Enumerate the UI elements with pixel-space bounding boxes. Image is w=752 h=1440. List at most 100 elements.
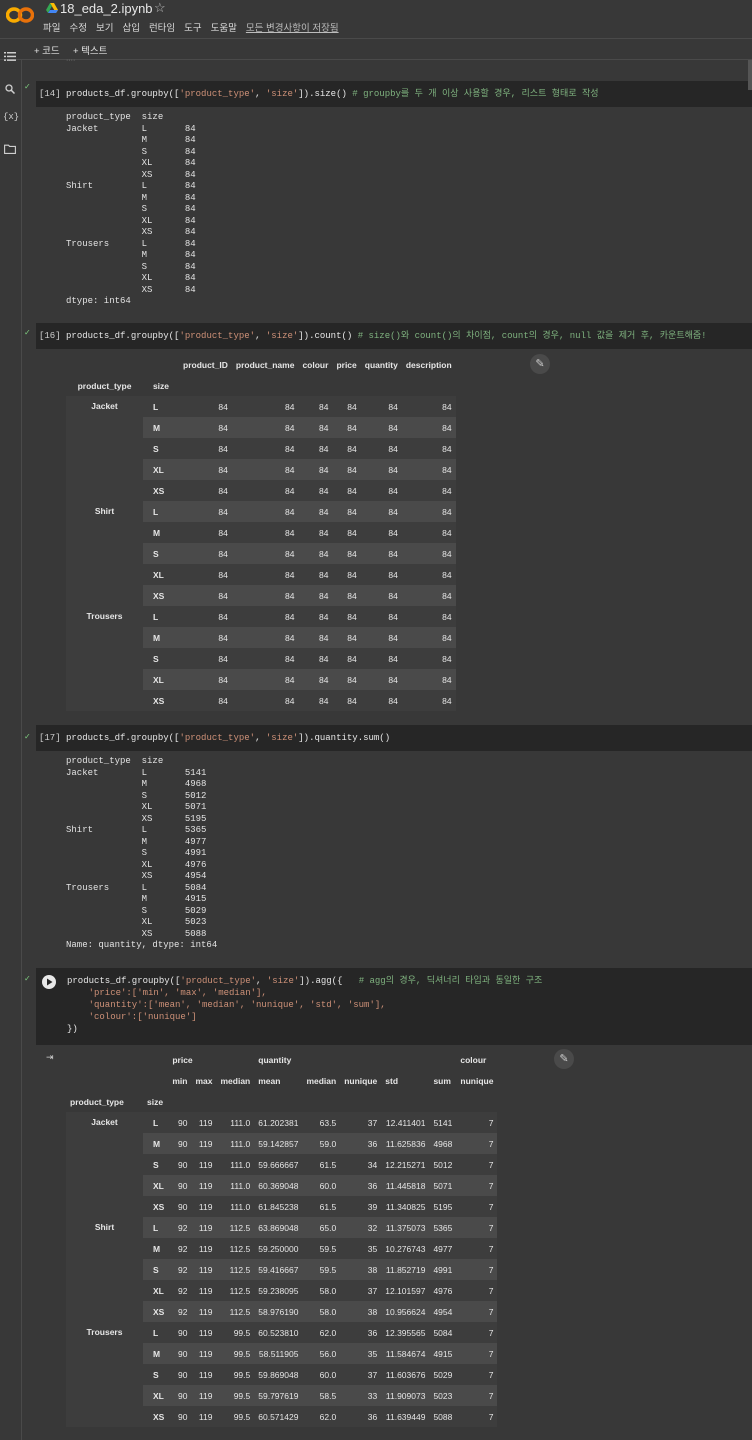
star-icon[interactable]: ☆ xyxy=(154,0,166,16)
table-cell: 59.250000 xyxy=(254,1238,303,1259)
notebook-title[interactable]: 18_eda_2.ipynb xyxy=(60,1,153,16)
table-cell: 84 xyxy=(401,438,456,459)
table-cell: 5071 xyxy=(429,1175,457,1196)
table-cell: 37 xyxy=(340,1364,382,1385)
table-cell: 84 xyxy=(179,438,232,459)
table-cell: 84 xyxy=(401,396,456,417)
table-cell: 5088 xyxy=(429,1406,457,1427)
table-cell: 5023 xyxy=(429,1385,457,1406)
table-cell: 5365 xyxy=(429,1217,457,1238)
table-cell: 33 xyxy=(340,1385,382,1406)
search-icon[interactable] xyxy=(5,84,15,94)
run-status-check-icon[interactable]: ✓ xyxy=(24,974,31,983)
code-cell-14[interactable]: [14] products_df.groupby(['product_type'… xyxy=(36,81,752,107)
menu-file[interactable]: 파일 xyxy=(43,20,60,34)
table-cell: 59.0 xyxy=(302,1133,341,1154)
table-cell: 84 xyxy=(298,543,333,564)
table-cell: 84 xyxy=(401,669,456,690)
table-cell: 119 xyxy=(191,1196,217,1217)
table-cell: 35 xyxy=(340,1238,382,1259)
code-cell-agg[interactable]: products_df.groupby(['product_type', 'si… xyxy=(36,968,752,1045)
column-header: nunique xyxy=(460,1075,494,1086)
table-cell: 84 xyxy=(401,606,456,627)
table-cell: 119 xyxy=(191,1322,217,1343)
top-bar: 18_eda_2.ipynb ☆ 파일 수정 보기 삽입 런타임 도구 도움말 … xyxy=(0,0,752,38)
menu-help[interactable]: 도움말 xyxy=(211,20,237,34)
table-cell: 84 xyxy=(360,690,402,711)
add-text-button[interactable]: + 텍스트 xyxy=(73,43,107,57)
drive-icon[interactable] xyxy=(46,3,58,13)
table-cell: 84 xyxy=(401,690,456,711)
table-cell: 111.0 xyxy=(216,1112,255,1133)
add-code-button[interactable]: + 코드 xyxy=(34,43,60,57)
save-status[interactable]: 모든 변경사항이 저장됨 xyxy=(246,20,339,34)
column-header: max xyxy=(195,1075,213,1086)
table-cell: 63.5 xyxy=(302,1112,341,1133)
table-cell: 7 xyxy=(456,1196,498,1217)
table-cell: 99.5 xyxy=(216,1343,255,1364)
size-label: L xyxy=(143,606,179,627)
table-cell: 92 xyxy=(168,1217,192,1238)
code-text: products_df.groupby([ xyxy=(67,976,181,986)
table-cell: 60.571429 xyxy=(254,1406,303,1427)
size-label: XL xyxy=(143,669,179,690)
table-cell: 4977 xyxy=(429,1238,457,1259)
table-cell: 84 xyxy=(332,585,361,606)
table-cell: 84 xyxy=(298,648,333,669)
table-cell: 84 xyxy=(179,417,232,438)
table-of-contents-icon[interactable] xyxy=(4,52,16,61)
code-comment: # groupby를 두 개 이상 사용할 경우, 리스트 형태로 작성 xyxy=(352,89,599,99)
table-cell: 84 xyxy=(179,522,232,543)
code-cell-17[interactable]: [17] products_df.groupby(['product_type'… xyxy=(36,725,752,751)
scrollbar-thumb[interactable] xyxy=(748,60,752,90)
output-actions-icon[interactable]: ⇥ xyxy=(46,1052,54,1063)
code-cell-16[interactable]: [16] products_df.groupby(['product_type'… xyxy=(36,323,752,349)
table-cell: 84 xyxy=(360,501,402,522)
menu-tools[interactable]: 도구 xyxy=(184,20,201,34)
table-cell: 7 xyxy=(456,1322,498,1343)
index-name: size xyxy=(152,380,170,391)
table-cell: 7 xyxy=(456,1406,498,1427)
table-cell: 111.0 xyxy=(216,1133,255,1154)
menu-edit[interactable]: 수정 xyxy=(69,20,86,34)
agg-dataframe: price quantity colour min max median mean media… xyxy=(66,1049,498,1427)
table-cell: 112.5 xyxy=(216,1217,255,1238)
table-cell: 84 xyxy=(231,690,299,711)
code-string: 'size' xyxy=(265,331,299,341)
code-text: products_df.groupby([ xyxy=(66,733,180,743)
magic-wand-icon[interactable]: ✎ xyxy=(530,354,550,374)
table-cell: 62.0 xyxy=(302,1406,341,1427)
table-cell: 84 xyxy=(401,543,456,564)
table-cell: 84 xyxy=(360,585,402,606)
table-cell: 119 xyxy=(191,1154,217,1175)
run-status-check-icon[interactable]: ✓ xyxy=(24,328,31,337)
size-label: XS xyxy=(143,480,179,501)
table-cell: 84 xyxy=(332,501,361,522)
code-text: products_df.groupby([ xyxy=(66,331,180,341)
table-cell: 11.909073 xyxy=(381,1385,430,1406)
folder-icon[interactable] xyxy=(4,144,16,154)
table-cell: 65.0 xyxy=(302,1217,341,1238)
menu-insert[interactable]: 삽입 xyxy=(122,20,139,34)
table-row: Jacket L 90 119 111.0 61.202381 63.5 37 12.41140… xyxy=(66,1112,498,1217)
magic-wand-icon[interactable]: ✎ xyxy=(554,1049,574,1069)
table-cell: 90 xyxy=(168,1364,192,1385)
count-dataframe: product_ID product_name colour price quantit… xyxy=(66,354,456,711)
table-cell: 92 xyxy=(168,1301,192,1322)
table-cell: 59.869048 xyxy=(254,1364,303,1385)
size-label: L xyxy=(143,1217,169,1238)
table-cell: 99.5 xyxy=(216,1322,255,1343)
menu-view[interactable]: 보기 xyxy=(96,20,113,34)
variables-icon[interactable]: {x} xyxy=(3,112,19,122)
table-cell: 84 xyxy=(332,648,361,669)
run-cell-button[interactable] xyxy=(42,975,56,989)
table-cell: 84 xyxy=(298,480,333,501)
run-status-check-icon[interactable]: ✓ xyxy=(24,82,31,91)
table-cell: 61.845238 xyxy=(254,1196,303,1217)
size-label: S xyxy=(143,1259,169,1280)
menu-runtime[interactable]: 런타임 xyxy=(149,20,175,34)
colab-logo[interactable] xyxy=(6,6,34,24)
table-cell: 84 xyxy=(298,690,333,711)
table-cell: 7 xyxy=(456,1385,498,1406)
run-status-check-icon[interactable]: ✓ xyxy=(24,732,31,741)
